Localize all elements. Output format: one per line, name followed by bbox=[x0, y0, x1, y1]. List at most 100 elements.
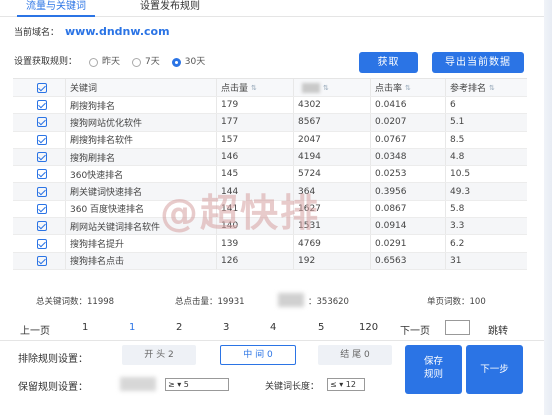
cell-rank: 4.8 bbox=[445, 148, 464, 166]
row-checkbox[interactable] bbox=[37, 149, 47, 165]
header-rank[interactable]: 参考排名 ⇅ bbox=[445, 79, 495, 96]
exclude-start-button[interactable]: 开 头 2 bbox=[122, 345, 196, 365]
pagination: 上一页 1 1 2 3 4 5 120 下一页 跳转 bbox=[0, 320, 552, 338]
keyword-length-select[interactable]: ≤ ▾ 12 bbox=[327, 378, 365, 391]
exclude-rule-label: 排除规则设置： bbox=[18, 354, 88, 365]
tab-traffic-keywords[interactable]: 流量与关键词 bbox=[17, 0, 95, 17]
sort-icon[interactable]: ⇅ bbox=[489, 84, 495, 92]
header-ctr[interactable]: 点击率 ⇅ bbox=[370, 79, 411, 96]
sort-icon[interactable]: ⇅ bbox=[323, 84, 329, 92]
cell-impressions: 4302 bbox=[293, 97, 321, 114]
domain-link[interactable]: www.dndnw.com bbox=[65, 25, 170, 38]
checkbox-icon[interactable] bbox=[37, 117, 47, 128]
header-impressions-redacted bbox=[302, 82, 320, 93]
header-clicks-label: 点击量 bbox=[221, 84, 249, 94]
checkbox-icon[interactable] bbox=[37, 255, 47, 266]
watermark: @超快排 bbox=[160, 191, 321, 235]
page-5[interactable]: 5 bbox=[318, 322, 324, 333]
checkbox-icon[interactable] bbox=[37, 169, 47, 180]
exclude-middle-button[interactable]: 中 间 0 bbox=[220, 345, 296, 365]
cell-keyword: 搜狗刷排名 bbox=[65, 148, 115, 166]
keep-rule-label: 保留规则设置： bbox=[18, 382, 88, 393]
header-ctr-label: 点击率 bbox=[375, 84, 403, 94]
checkbox-icon[interactable] bbox=[37, 221, 47, 232]
cell-impressions: 192 bbox=[293, 252, 315, 269]
table-header: 关键词 点击量 ⇅ ⇅ 点击率 ⇅ 参考排名 ⇅ bbox=[13, 78, 527, 97]
checkbox-icon[interactable] bbox=[37, 238, 47, 249]
page-3[interactable]: 3 bbox=[223, 322, 229, 333]
checkbox-icon[interactable] bbox=[37, 203, 47, 214]
header-clicks[interactable]: 点击量 ⇅ bbox=[216, 79, 257, 96]
cell-ctr: 0.6563 bbox=[370, 252, 407, 269]
divider bbox=[0, 340, 552, 341]
cell-ctr: 0.0253 bbox=[370, 166, 407, 183]
row-checkbox[interactable] bbox=[37, 183, 47, 199]
cell-rank: 5.8 bbox=[445, 200, 464, 218]
checkbox-icon[interactable] bbox=[37, 82, 47, 93]
keyword-length-label: 关键词长度： bbox=[265, 382, 320, 392]
keep-rule-select[interactable]: ≥ ▾ 5 bbox=[165, 378, 229, 391]
total-keywords: 总关键词数：11998 bbox=[36, 297, 115, 307]
checkbox-icon[interactable] bbox=[37, 100, 47, 111]
table-row: 刷搜狗排名 179 4302 0.0416 6 bbox=[13, 97, 527, 115]
cell-rank: 3.3 bbox=[445, 218, 464, 235]
cell-ctr: 0.3956 bbox=[370, 183, 407, 200]
radio-30days-label: 30天 bbox=[184, 57, 206, 67]
cell-rank: 6 bbox=[445, 97, 456, 114]
table-row: 搜狗排名提升 139 4769 0.0291 6.2 bbox=[13, 235, 527, 253]
keywords-table: 关键词 点击量 ⇅ ⇅ 点击率 ⇅ 参考排名 ⇅ 刷搜狗排名 179 4302 0.0416… bbox=[13, 78, 527, 270]
domain-label: 当前域名： bbox=[14, 28, 60, 38]
cell-clicks: 146 bbox=[216, 148, 238, 166]
cell-keyword: 搜狗排名提升 bbox=[65, 235, 124, 252]
cell-keyword: 刷关键词快速排名 bbox=[65, 183, 142, 200]
header-impressions[interactable]: ⇅ bbox=[293, 79, 329, 96]
export-button[interactable]: 导出当前数据 bbox=[432, 52, 524, 73]
total-clicks: 总点击量：19931 bbox=[175, 297, 245, 307]
radio-30days[interactable] bbox=[171, 57, 181, 67]
cell-clicks: 139 bbox=[216, 235, 238, 252]
jump-page-input[interactable] bbox=[445, 320, 470, 335]
page-4[interactable]: 4 bbox=[270, 322, 276, 333]
header-select-all[interactable] bbox=[37, 79, 47, 96]
next-step-button[interactable]: 下一步 bbox=[466, 345, 523, 394]
row-checkbox[interactable] bbox=[37, 114, 47, 130]
radio-yesterday[interactable] bbox=[89, 57, 99, 67]
page-last[interactable]: 120 bbox=[359, 322, 378, 333]
row-checkbox[interactable] bbox=[37, 218, 47, 234]
totals-row: 总关键词数：11998 总点击量：19931 ：353620 单页词数：100 bbox=[36, 293, 526, 307]
row-checkbox[interactable] bbox=[37, 166, 47, 182]
checkbox-icon[interactable] bbox=[37, 152, 47, 163]
cell-impressions: 8567 bbox=[293, 114, 321, 131]
sort-icon[interactable]: ⇅ bbox=[405, 84, 411, 92]
save-rules-button[interactable]: 保存规则 bbox=[405, 345, 462, 394]
jump-button[interactable]: 跳转 bbox=[488, 322, 508, 337]
cell-clicks: 145 bbox=[216, 166, 238, 183]
fetch-button[interactable]: 获取 bbox=[359, 52, 418, 73]
checkbox-icon[interactable] bbox=[37, 134, 47, 145]
cell-clicks: 157 bbox=[216, 131, 238, 148]
row-checkbox[interactable] bbox=[37, 97, 47, 113]
page-2[interactable]: 2 bbox=[176, 322, 182, 333]
window-edge bbox=[544, 0, 552, 415]
table-row: 搜狗网站优化软件 177 8567 0.0207 5.1 bbox=[13, 114, 527, 132]
prev-page-button[interactable]: 上一页 bbox=[20, 322, 50, 337]
sort-icon[interactable]: ⇅ bbox=[251, 84, 257, 92]
row-checkbox[interactable] bbox=[37, 132, 47, 148]
cell-clicks: 177 bbox=[216, 114, 238, 131]
cell-ctr: 0.0348 bbox=[370, 148, 407, 166]
cell-keyword: 搜狗网站优化软件 bbox=[65, 114, 142, 131]
page-1[interactable]: 1 bbox=[82, 322, 88, 333]
radio-7days-label: 7天 bbox=[145, 57, 160, 67]
next-page-button[interactable]: 下一页 bbox=[400, 322, 430, 337]
cell-rank: 6.2 bbox=[445, 235, 464, 252]
row-checkbox[interactable] bbox=[37, 235, 47, 251]
row-checkbox[interactable] bbox=[37, 201, 47, 217]
page-current[interactable]: 1 bbox=[129, 322, 135, 333]
radio-7days[interactable] bbox=[132, 57, 142, 67]
exclude-end-button[interactable]: 结 尾 0 bbox=[318, 345, 392, 365]
row-checkbox[interactable] bbox=[37, 253, 47, 269]
cell-clicks: 179 bbox=[216, 97, 238, 114]
tab-publish-rules[interactable]: 设置发布规则 bbox=[135, 0, 205, 17]
checkbox-icon[interactable] bbox=[37, 186, 47, 197]
cell-ctr: 0.0416 bbox=[370, 97, 407, 114]
